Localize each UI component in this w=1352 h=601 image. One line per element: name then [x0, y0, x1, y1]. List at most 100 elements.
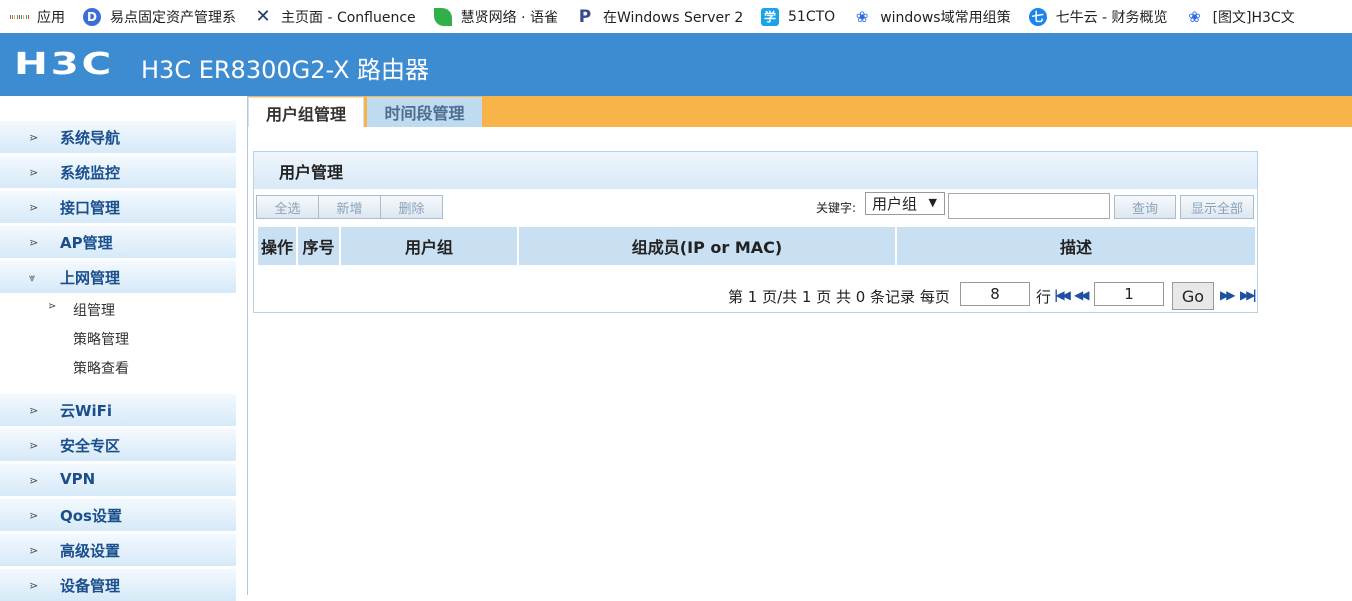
sidebar-item-cloud-wifi[interactable]: ⋗ 云WiFi: [0, 394, 236, 426]
column-header-description: 描述: [897, 227, 1255, 265]
panel-title: 用户管理: [254, 152, 1257, 189]
keyword-select[interactable]: 用户组 ▼: [865, 192, 945, 215]
sidebar-item-interface[interactable]: ⋗ 接口管理: [0, 191, 236, 223]
add-button[interactable]: 新增: [318, 195, 381, 219]
bookmark-confluence[interactable]: ✕ 主页面 - Confluence: [244, 0, 424, 33]
sidebar-item-label: 系统导航: [60, 129, 121, 147]
baidu-paw-icon: ❀: [1188, 7, 1201, 26]
chevron-right-icon: ⋗: [29, 201, 38, 214]
go-button[interactable]: Go: [1172, 282, 1214, 310]
chevron-right-icon: ⋗: [29, 404, 38, 417]
qiniu-icon: 七: [1028, 7, 1047, 26]
sidebar-item-label: 接口管理: [60, 199, 121, 217]
keyword-input[interactable]: [948, 193, 1110, 219]
bookmark-windows-server[interactable]: P 在Windows Server 2: [566, 0, 751, 33]
dropdown-caret-icon: ▼: [928, 196, 937, 209]
sidebar-item-label: 系统监控: [60, 164, 121, 182]
chevron-right-icon: ⋗: [29, 509, 38, 522]
bookmark-yuque[interactable]: 慧贤网络 · 语雀: [424, 0, 566, 33]
bookmark-yidian[interactable]: D 易点固定资产管理系: [73, 0, 244, 33]
tab-time-range[interactable]: 时间段管理: [367, 97, 482, 127]
tab-bar: 用户组管理 时间段管理: [248, 96, 1352, 127]
bookmark-qiniu[interactable]: 七 七牛云 - 财务概览: [1019, 0, 1176, 33]
bookmark-apps[interactable]: 应用: [0, 0, 73, 33]
bookmark-label: 在Windows Server 2: [603, 9, 744, 26]
chevron-right-icon: ⋗: [29, 166, 38, 179]
select-all-button[interactable]: 全选: [256, 195, 319, 219]
sidebar-item-advanced[interactable]: ⋗ 高级设置: [0, 534, 236, 566]
sidebar-item-label: 上网管理: [60, 269, 121, 287]
show-all-button[interactable]: 显示全部: [1180, 195, 1254, 219]
sidebar-item-label: Qos设置: [60, 507, 122, 525]
bookmark-windows-gpo[interactable]: ❀ windows域常用组策: [843, 0, 1018, 33]
bookmark-label: 51CTO: [788, 8, 836, 25]
bookmark-label: 七牛云 - 财务概览: [1055, 9, 1168, 26]
bookmark-label: 慧贤网络 · 语雀: [460, 9, 559, 26]
next-page-icon[interactable]: ▶▶: [1220, 288, 1236, 302]
baidu-paw-icon: ❀: [855, 7, 869, 26]
prev-page-icon[interactable]: ◀◀: [1074, 288, 1090, 302]
chevron-down-icon: ⩔: [29, 271, 35, 284]
sidebar-item-vpn[interactable]: ⋗ VPN: [0, 464, 236, 496]
yuque-leaf-icon: [433, 7, 452, 26]
table-header: 操作 序号 用户组 组成员(IP or MAC) 描述: [258, 227, 1255, 265]
sidebar-item-system-nav[interactable]: ⋗ 系统导航: [0, 121, 236, 153]
chevron-right-icon: ⋗: [29, 544, 38, 557]
51cto-icon: 学: [761, 7, 780, 26]
confluence-icon: ✕: [255, 6, 271, 27]
bookmark-h3c[interactable]: ❀ [图文]H3C文: [1176, 0, 1303, 33]
sidebar-subitem-group[interactable]: ⋗ 组管理: [0, 296, 236, 322]
sidebar-item-qos[interactable]: ⋗ Qos设置: [0, 499, 236, 531]
delete-button[interactable]: 删除: [380, 195, 443, 219]
sidebar-item-system-monitor[interactable]: ⋗ 系统监控: [0, 156, 236, 188]
bookmark-label: windows域常用组策: [880, 9, 1011, 26]
bookmark-label: 主页面 - Confluence: [281, 9, 416, 26]
chevron-right-icon: ⋗: [29, 579, 38, 592]
sidebar-item-label: AP管理: [60, 234, 113, 252]
first-page-icon[interactable]: |◀◀: [1054, 288, 1071, 302]
sidebar-subitem-policy-view[interactable]: 策略查看: [0, 354, 236, 380]
pagination: 第 1 页/共 1 页 共 0 条记录 每页 8 行 |◀◀ ◀◀ 1 Go ▶…: [254, 280, 1257, 310]
pagination-summary: 第 1 页/共 1 页 共 0 条记录 每页: [728, 288, 950, 306]
sidebar-item-device[interactable]: ⋗ 设备管理: [0, 569, 236, 601]
sidebar-item-label: 设备管理: [60, 577, 121, 595]
user-management-panel: 用户管理 全选 新增 删除 关键字: 用户组 ▼ 查询 显示全部 操作 序号 用…: [253, 151, 1258, 313]
bookmark-label: 易点固定资产管理系: [110, 9, 236, 26]
sidebar-item-label: VPN: [60, 470, 96, 488]
query-button[interactable]: 查询: [1114, 195, 1176, 219]
sidebar-item-ap[interactable]: ⋗ AP管理: [0, 226, 236, 258]
last-page-icon[interactable]: ▶▶|: [1240, 288, 1257, 302]
bookmark-label: 应用: [37, 9, 65, 26]
sidebar-item-label: 安全专区: [60, 437, 121, 455]
sidebar-subitem-policy[interactable]: 策略管理: [0, 325, 236, 351]
sidebar-item-label: 高级设置: [60, 542, 121, 560]
sidebar-subitem-label: 策略管理: [73, 332, 129, 348]
chevron-right-icon: ⋗: [29, 474, 38, 487]
tab-user-group[interactable]: 用户组管理: [248, 97, 364, 127]
sidebar-subitem-label: 策略查看: [73, 361, 129, 377]
sidebar-subitem-label: 组管理: [73, 303, 115, 319]
h3c-logo: H3C: [14, 47, 114, 82]
column-header-members: 组成员(IP or MAC): [519, 227, 897, 265]
chevron-right-icon: ⋗: [29, 131, 38, 144]
app-header: H3C H3C ER8300G2-X 路由器: [0, 33, 1352, 96]
keyword-select-value: 用户组: [872, 195, 918, 213]
sidebar-item-internet[interactable]: ⩔ 上网管理: [0, 261, 236, 293]
chevron-right-icon: ⋗: [29, 439, 38, 452]
bookmark-label: [图文]H3C文: [1212, 9, 1295, 26]
chevron-right-icon: ⋗: [48, 301, 57, 312]
page-number-input[interactable]: 1: [1094, 282, 1164, 306]
page-title: H3C ER8300G2-X 路由器: [141, 56, 430, 84]
bookmark-51cto[interactable]: 学 51CTO: [751, 0, 843, 33]
keyword-label: 关键字:: [816, 201, 857, 215]
bookmarks-bar: 应用 D 易点固定资产管理系 ✕ 主页面 - Confluence 慧贤网络 ·…: [0, 0, 1352, 33]
sidebar-item-label: 云WiFi: [60, 402, 113, 420]
per-page-input[interactable]: 8: [960, 282, 1030, 306]
column-header-group: 用户组: [341, 227, 519, 265]
rows-unit-label: 行: [1036, 288, 1052, 306]
sidebar-item-security[interactable]: ⋗ 安全专区: [0, 429, 236, 461]
apps-grid-icon: [10, 8, 28, 26]
sidebar: ⋗ 系统导航 ⋗ 系统监控 ⋗ 接口管理 ⋗ AP管理 ⩔ 上网管理 ⋗ 组管理…: [0, 96, 248, 601]
p-bookmark-icon: P: [578, 6, 592, 27]
column-header-index: 序号: [298, 227, 341, 265]
